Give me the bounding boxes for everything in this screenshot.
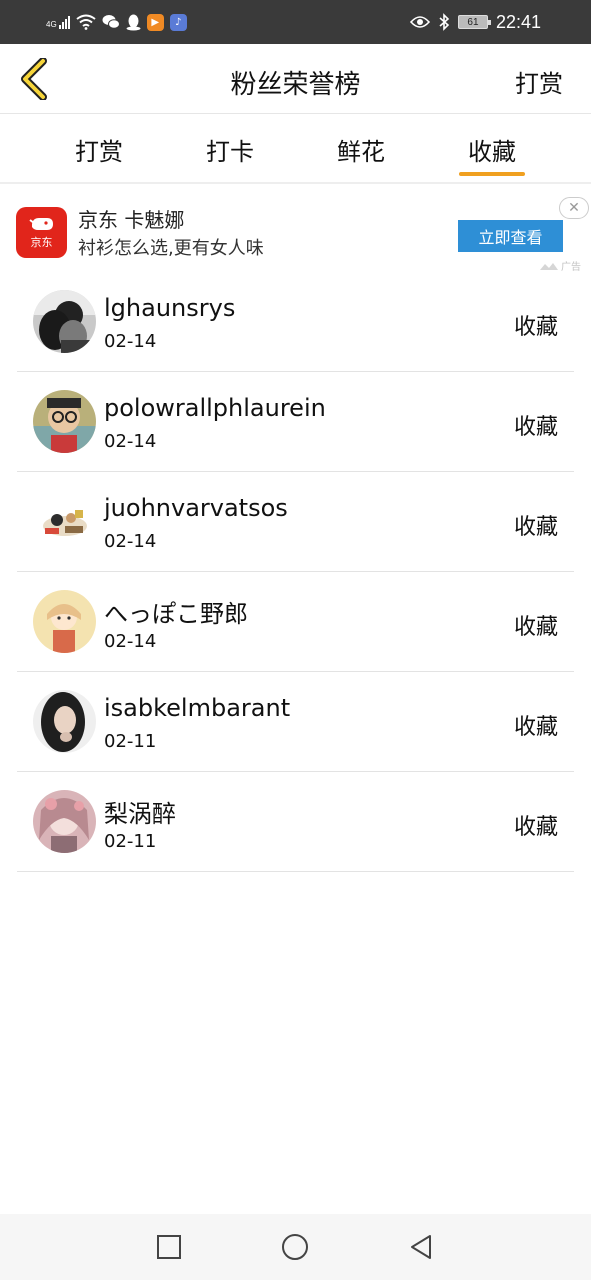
home-button[interactable] [280,1232,310,1262]
battery-icon: 61 [457,15,491,29]
jd-logo: 京东 [16,207,67,258]
fan-date: 02-14 [104,631,157,652]
fan-action: 收藏 [513,815,558,840]
fan-action: 收藏 [513,315,558,340]
list-item[interactable]: polowrallphlaurein 02-14 收藏 [17,372,574,472]
fan-action: 收藏 [513,515,558,540]
fan-action: 收藏 [513,715,558,740]
battery-level: 61 [467,16,479,28]
page-title: 粉丝荣誉榜 [230,70,361,100]
ad-title: 京东 卡魅娜 [78,208,185,232]
avatar [33,690,96,753]
reward-button[interactable]: 打赏 [515,64,563,99]
ad-tag-text: 广告 [561,262,581,273]
avatar [33,290,96,353]
fan-date: 02-14 [104,331,157,352]
list-item[interactable]: lghaunsrys 02-14 收藏 [17,272,574,372]
fan-list: lghaunsrys 02-14 收藏 polowrallphlaurein 0… [0,272,591,872]
wifi-icon [76,14,96,30]
bluetooth-icon [439,13,450,31]
fan-name: juohnvarvatsos [104,494,288,522]
ad-subtitle: 衬衫怎么选,更有女人味 [78,238,264,259]
fan-name: へっぽこ野郎 [104,600,248,628]
fan-date: 02-11 [104,731,157,752]
triangle-back-icon [411,1235,431,1259]
fan-date: 02-11 [104,831,157,852]
eye-icon [409,16,430,28]
top-nav-bar: 粉丝荣誉榜 打赏 [0,44,591,114]
avatar [33,490,96,553]
qq-icon [126,14,141,30]
signal-indicator: 4G [46,15,70,29]
system-nav-bar [0,1214,591,1280]
network-type: 4G [46,20,57,29]
fan-date: 02-14 [104,531,157,552]
tab-flowers[interactable]: 鲜花 [321,132,401,167]
list-item[interactable]: isabkelmbarant 02-11 收藏 [17,672,574,772]
ad-banner[interactable]: 京东 京东 卡魅娜 衬衫怎么选,更有女人味 立即查看 ✕ 广告 [0,186,591,274]
tab-checkin[interactable]: 打卡 [190,132,270,167]
ad-mark-icon [540,262,558,270]
tab-reward[interactable]: 打赏 [59,132,139,167]
fan-action: 收藏 [513,615,558,640]
tab-bar: 打赏 打卡 鲜花 收藏 [0,114,591,184]
status-left: 4G ▶ ♪ [46,10,187,34]
wechat-icon [102,15,120,29]
list-item[interactable]: 梨涡醉 02-11 收藏 [17,772,574,872]
video-app-icon: ▶ [146,13,164,31]
fan-name: polowrallphlaurein [104,394,326,422]
jd-logo-text: 京东 [30,236,53,249]
circle-icon [282,1234,308,1260]
square-icon [157,1235,181,1259]
fan-action: 收藏 [513,415,558,440]
fan-name: 梨涡醉 [104,800,176,828]
close-icon: ✕ [568,200,580,216]
fan-date: 02-14 [104,431,157,452]
ad-view-now-button[interactable]: 立即查看 [458,220,563,252]
clock: 22:41 [495,11,541,32]
status-bar: 4G ▶ ♪ 61 22:41 [0,0,591,44]
avatar [33,390,96,453]
signal-icon [58,15,70,29]
recent-apps-button[interactable] [154,1232,184,1262]
avatar [33,790,96,853]
avatar [33,590,96,653]
music-app-icon: ♪ [169,13,187,31]
fan-name: lghaunsrys [104,294,236,322]
system-back-button[interactable] [406,1232,436,1262]
fan-name: isabkelmbarant [104,694,291,722]
tab-favorites[interactable]: 收藏 [452,132,532,176]
list-item[interactable]: juohnvarvatsos 02-14 收藏 [17,472,574,572]
ad-close-button[interactable]: ✕ [559,197,589,219]
ad-label: 广告 [540,258,581,273]
status-right: 61 22:41 [409,10,541,34]
list-item[interactable]: へっぽこ野郎 02-14 收藏 [17,572,574,672]
jd-dog-icon [28,218,53,230]
